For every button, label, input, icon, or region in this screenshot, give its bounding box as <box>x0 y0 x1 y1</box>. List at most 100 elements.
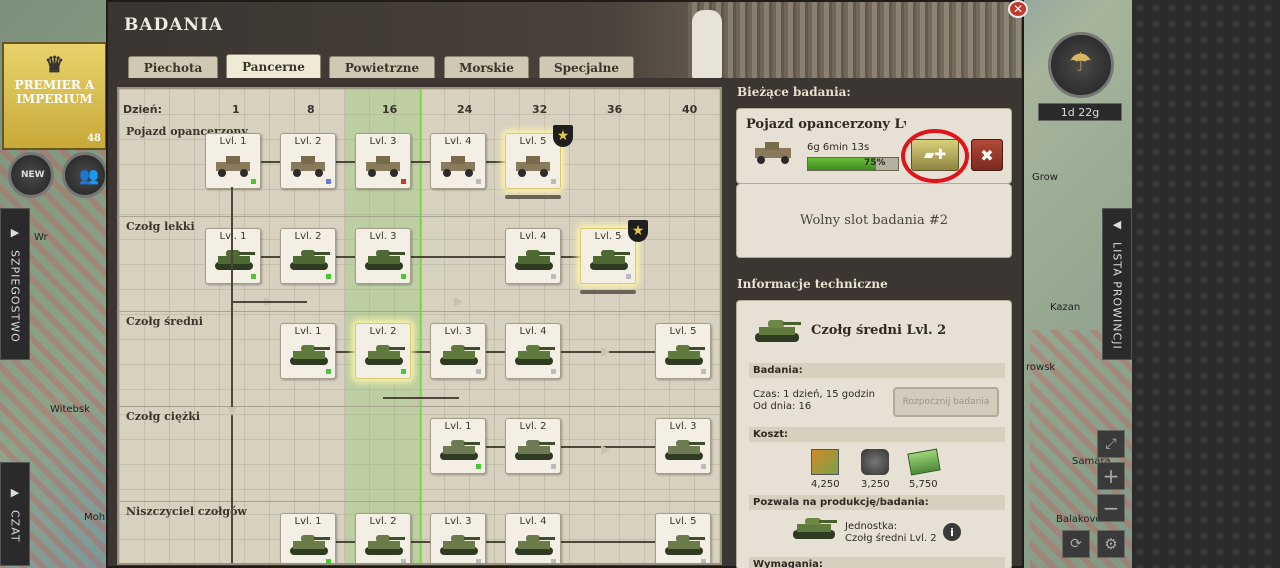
tech-card-level: Lvl. 3 <box>369 231 397 242</box>
tech-card-level: Lvl. 3 <box>669 421 697 432</box>
arrow-right-icon <box>601 445 610 455</box>
tree-trunk <box>231 187 233 563</box>
armored-car-icon <box>291 156 325 177</box>
fullscreen-icon: ⤢ <box>1105 436 1117 452</box>
tech-card[interactable]: Lvl. 5 <box>505 133 561 189</box>
provinces-tab[interactable]: ◀ LISTA PROWINCJI <box>1102 208 1132 360</box>
medium-tank-icon <box>665 345 705 365</box>
tech-card-level: Lvl. 5 <box>669 326 697 337</box>
armored-car-icon <box>755 142 791 164</box>
heavy-tank-icon <box>665 440 705 460</box>
heavy-tank-icon <box>515 440 555 460</box>
allows-section-head: Pozwala na produkcję/badania: <box>749 495 1005 510</box>
info-button[interactable]: i <box>943 523 961 541</box>
research-tree[interactable]: Dzień: 1 8 16 24 32 36 40 Pojazd opancerzony Lv… <box>117 87 722 565</box>
tab-special[interactable]: Specjalne <box>539 56 634 78</box>
tech-card[interactable]: Lvl. 3 <box>355 133 411 189</box>
tech-card[interactable]: Lvl. 5 <box>655 513 711 563</box>
spy-tab[interactable]: ▶ SZPIEGOSTWO <box>0 208 30 360</box>
scientist-figure <box>692 10 722 78</box>
tech-card[interactable]: Lvl. 4 <box>505 323 561 379</box>
tree-row-label: Czołg ciężki <box>126 410 201 423</box>
tech-card[interactable]: Lvl. 3 <box>655 418 711 474</box>
zoom-out-button[interactable]: − <box>1097 494 1125 522</box>
map-label: Witebsk <box>50 404 90 415</box>
paratrooper-button[interactable]: ☂ <box>1048 32 1114 98</box>
tab-armored[interactable]: Pancerne <box>226 54 321 78</box>
chat-tab-label: CZAT <box>8 509 22 543</box>
day-label: 16 <box>382 103 398 116</box>
tech-card[interactable]: Lvl. 2 <box>280 133 336 189</box>
diplomacy-button[interactable]: 👥 <box>62 152 108 198</box>
tech-card[interactable]: Lvl. 1 <box>280 323 336 379</box>
tech-card[interactable]: Lvl. 3 <box>355 228 411 284</box>
map-label: Kazan <box>1050 302 1081 313</box>
tab-air[interactable]: Powietrzne <box>329 56 435 78</box>
cancel-research-button[interactable]: ✖ <box>971 139 1003 171</box>
tech-card[interactable]: Lvl. 2 <box>355 323 411 379</box>
day-label: 1 <box>232 103 240 116</box>
medium-tank-icon <box>365 345 405 365</box>
tech-card[interactable]: Lvl. 2 <box>355 513 411 563</box>
chat-tab[interactable]: ▶ CZAT <box>0 462 30 566</box>
tech-card[interactable]: Lvl. 5 <box>580 228 636 284</box>
fullscreen-button[interactable]: ⤢ <box>1097 430 1125 458</box>
tech-card[interactable]: Lvl. 4 <box>430 133 486 189</box>
card-progress-bar <box>505 195 561 199</box>
refresh-button[interactable]: ⟳ <box>1062 530 1090 558</box>
tech-card-level: Lvl. 5 <box>594 231 622 242</box>
tab-naval[interactable]: Morskie <box>444 56 529 78</box>
status-dot <box>251 274 256 279</box>
tech-card[interactable]: Lvl. 4 <box>505 228 561 284</box>
settings-button[interactable]: ⚙ <box>1097 530 1125 558</box>
research-progress-bar: 75% <box>807 157 899 171</box>
spy-tab-label: SZPIEGOSTWO <box>8 249 22 343</box>
people-icon: 👥 <box>79 166 99 185</box>
tech-card-level: Lvl. 1 <box>219 231 247 242</box>
tech-card[interactable]: Lvl. 1 <box>205 133 261 189</box>
map-label: Balakovo <box>1056 514 1102 525</box>
tech-card-level: Lvl. 5 <box>669 516 697 527</box>
armored-car-icon <box>366 156 400 177</box>
tech-card[interactable]: Lvl. 3 <box>430 513 486 563</box>
tech-card[interactable]: Lvl. 2 <box>505 418 561 474</box>
tech-info-box: Czołg średni Lvl. 2 Badania: Czas: 1 dzi… <box>736 300 1012 568</box>
research-section-head: Badania: <box>749 363 1005 378</box>
current-research-heading: Bieżące badania: <box>737 85 851 99</box>
player-banner[interactable]: ♛ PREMIER A IMPERIUM 48 <box>2 42 107 150</box>
close-button[interactable]: ✕ <box>1008 0 1028 18</box>
tech-card[interactable]: Lvl. 2 <box>280 228 336 284</box>
star-badge-icon: ★ <box>628 220 648 242</box>
day-label: 40 <box>682 103 698 116</box>
tech-card[interactable]: Lvl. 4 <box>505 513 561 563</box>
status-dot <box>401 274 406 279</box>
status-dot <box>401 179 406 184</box>
status-dot <box>326 559 331 563</box>
tech-card[interactable]: Lvl. 1 <box>205 228 261 284</box>
star-badge-icon: ★ <box>553 125 573 147</box>
tech-card-level: Lvl. 2 <box>519 421 547 432</box>
status-dot <box>251 179 256 184</box>
tech-card[interactable]: Lvl. 1 <box>280 513 336 563</box>
status-dot <box>701 369 706 374</box>
scientist-illustration <box>688 2 1022 78</box>
right-sidebar-bg <box>1132 0 1280 568</box>
gear-icon: ⚙ <box>1104 535 1118 553</box>
tech-card[interactable]: Lvl. 3 <box>430 323 486 379</box>
tree-row-label: Niszczyciel czołgów <box>126 505 247 518</box>
zoom-in-button[interactable]: + <box>1097 462 1125 490</box>
tech-card-level: Lvl. 1 <box>444 421 472 432</box>
arrow-right-icon <box>601 347 610 357</box>
light-tank-icon <box>515 250 555 270</box>
medium-tank-icon <box>440 345 480 365</box>
current-research-name: Pojazd opancerzony Lvl. 5 <box>746 117 906 132</box>
free-research-slot[interactable]: Wolny slot badania #2 <box>736 184 1012 258</box>
map-label: Grow <box>1032 172 1058 183</box>
newspaper-button[interactable]: NEW <box>8 152 54 198</box>
tab-infantry[interactable]: Piechota <box>128 56 218 78</box>
tech-card[interactable]: Lvl. 5 <box>655 323 711 379</box>
banner-number: 48 <box>87 133 101 144</box>
start-research-button[interactable]: Rozpocznij badania <box>893 387 999 417</box>
day-label: 24 <box>457 103 473 116</box>
tech-card[interactable]: Lvl. 1 <box>430 418 486 474</box>
